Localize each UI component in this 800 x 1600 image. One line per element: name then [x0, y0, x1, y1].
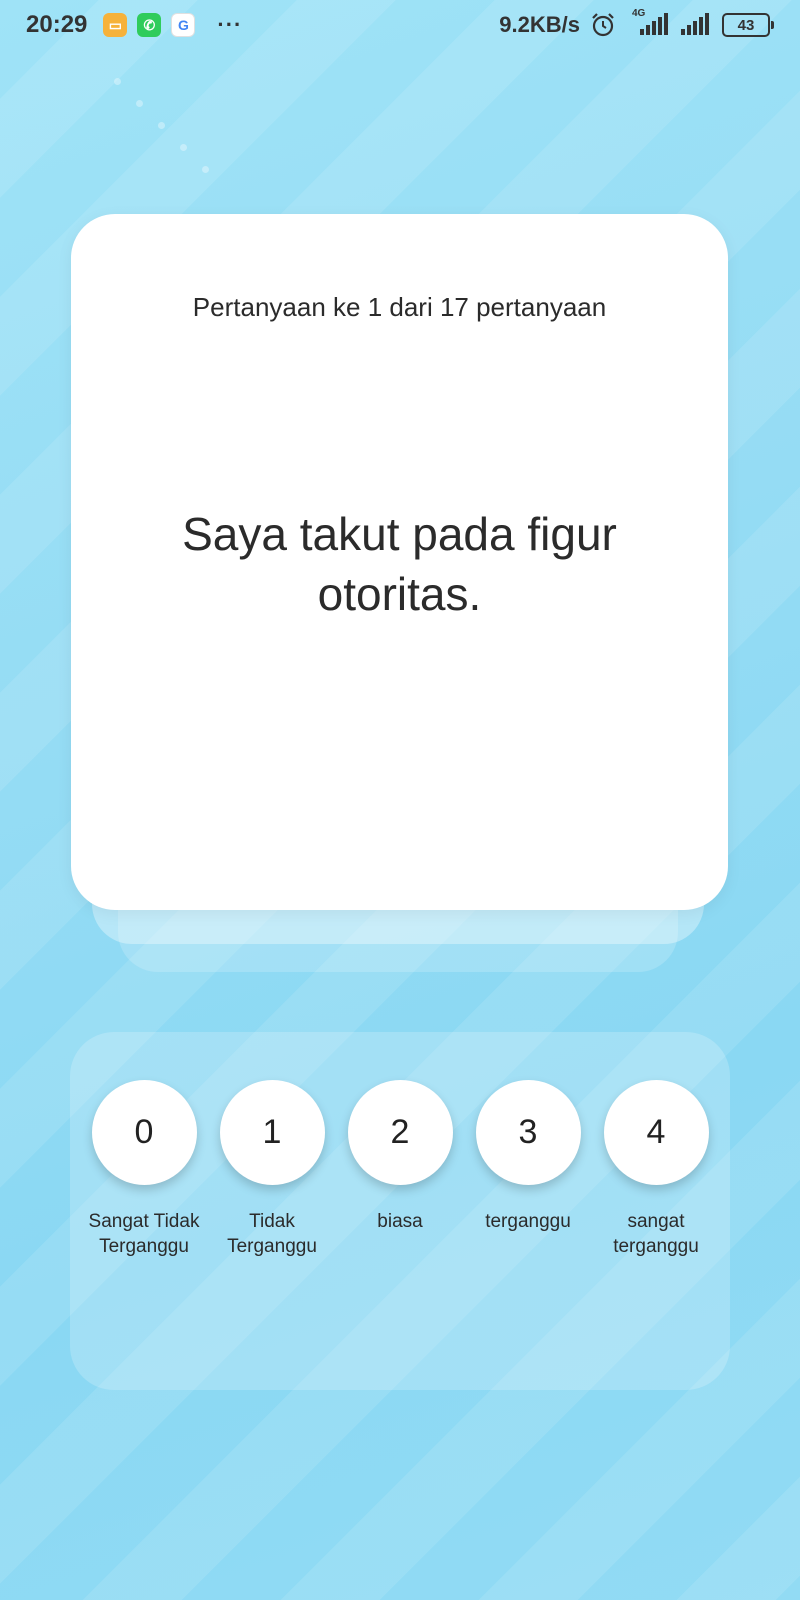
answer-panel: 0 Sangat Tidak Terganggu 1 Tidak Tergang…: [70, 1032, 730, 1390]
answer-option-4: 4 sangat terganggu: [594, 1080, 718, 1259]
decorative-dots: [100, 70, 240, 190]
answer-options: 0 Sangat Tidak Terganggu 1 Tidak Tergang…: [82, 1080, 718, 1259]
battery-icon: 43: [722, 13, 774, 37]
answer-button-1[interactable]: 1: [219, 1080, 325, 1185]
answer-label-4: sangat terganggu: [613, 1211, 699, 1257]
messages-app-icon: ▭: [103, 13, 128, 37]
answer-button-3[interactable]: 3: [475, 1080, 581, 1185]
answer-option-0: 0 Sangat Tidak Terganggu: [82, 1080, 206, 1259]
answer-button-4[interactable]: 4: [603, 1080, 709, 1185]
whatsapp-icon: ✆: [137, 13, 162, 37]
status-time: 20:29: [26, 11, 88, 38]
status-bar-left: 20:29 ▭ ✆ G ···: [26, 11, 242, 39]
answer-option-3: 3 terganggu: [466, 1080, 590, 1259]
answer-option-2: 2 biasa: [338, 1080, 462, 1259]
question-card: Pertanyaan ke 1 dari 17 pertanyaan Saya …: [71, 214, 728, 910]
question-text: Saya takut pada figur otoritas.: [182, 508, 617, 620]
answer-button-0[interactable]: 0: [91, 1080, 197, 1185]
answer-label-3: terganggu: [485, 1211, 571, 1232]
battery-level: 43: [722, 13, 770, 37]
signal-icon: [681, 13, 709, 35]
google-icon: G: [171, 13, 196, 37]
signal-4g-icon: 4G: [626, 8, 670, 38]
answer-button-2[interactable]: 2: [347, 1080, 453, 1185]
status-bar-right: 9.2KB/s 4G 43: [499, 8, 774, 38]
network-speed: 9.2KB/s: [499, 12, 580, 37]
answer-label-1: Tidak Terganggu: [227, 1211, 317, 1257]
question-progress: Pertanyaan ke 1 dari 17 pertanyaan: [192, 292, 607, 322]
answer-label-0: Sangat Tidak Terganggu: [88, 1211, 200, 1257]
answer-label-2: biasa: [377, 1211, 423, 1232]
alarm-icon: [592, 13, 614, 37]
more-notifications-icon: ···: [217, 12, 243, 37]
answer-option-1: 1 Tidak Terganggu: [210, 1080, 334, 1259]
status-bar: 20:29 ▭ ✆ G ··· 9.2KB/s 4G 43: [0, 0, 800, 50]
